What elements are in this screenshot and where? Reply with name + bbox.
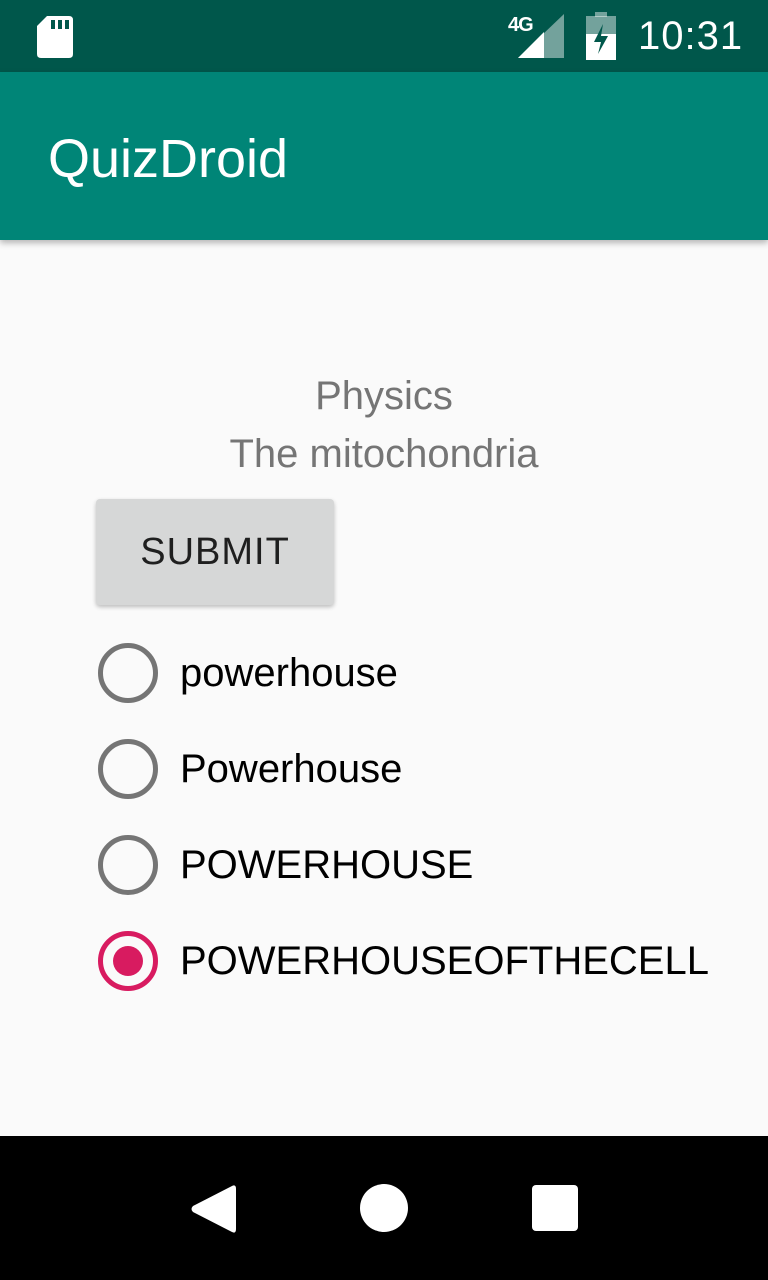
sd-card-icon [37,16,73,58]
quiz-question: The mitochondria [229,432,539,476]
home-icon[interactable] [360,1184,408,1232]
quiz-category: Physics [315,374,453,418]
answer-option-label: powerhouse [180,650,398,695]
radio-button-unchecked[interactable] [98,643,158,703]
app-title: QuizDroid [48,129,289,189]
back-icon[interactable] [190,1184,236,1234]
radio-button-checked[interactable] [98,931,158,991]
answer-option-powerhouse-uppercase[interactable]: POWERHOUSE [98,832,718,898]
recents-icon[interactable] [532,1185,578,1231]
app-bar: QuizDroid [0,72,768,240]
answer-option-label: POWERHOUSEOFTHECELL [180,938,709,983]
answer-option-powerhouse[interactable]: powerhouse [98,640,718,706]
answer-option-powerhouseofthecell[interactable]: POWERHOUSEOFTHECELL [98,928,718,994]
radio-button-unchecked[interactable] [98,835,158,895]
status-bar: 4G 10:31 [0,0,768,72]
submit-button[interactable]: SUBMIT [96,499,334,605]
answer-option-powerhouse-capitalized[interactable]: Powerhouse [98,736,718,802]
clock: 10:31 [638,14,744,58]
answer-option-label: Powerhouse [180,746,403,791]
answer-option-label: POWERHOUSE [180,842,474,887]
radio-button-unchecked[interactable] [98,739,158,799]
battery-charging-icon [586,12,616,60]
signal-icon [518,14,564,58]
